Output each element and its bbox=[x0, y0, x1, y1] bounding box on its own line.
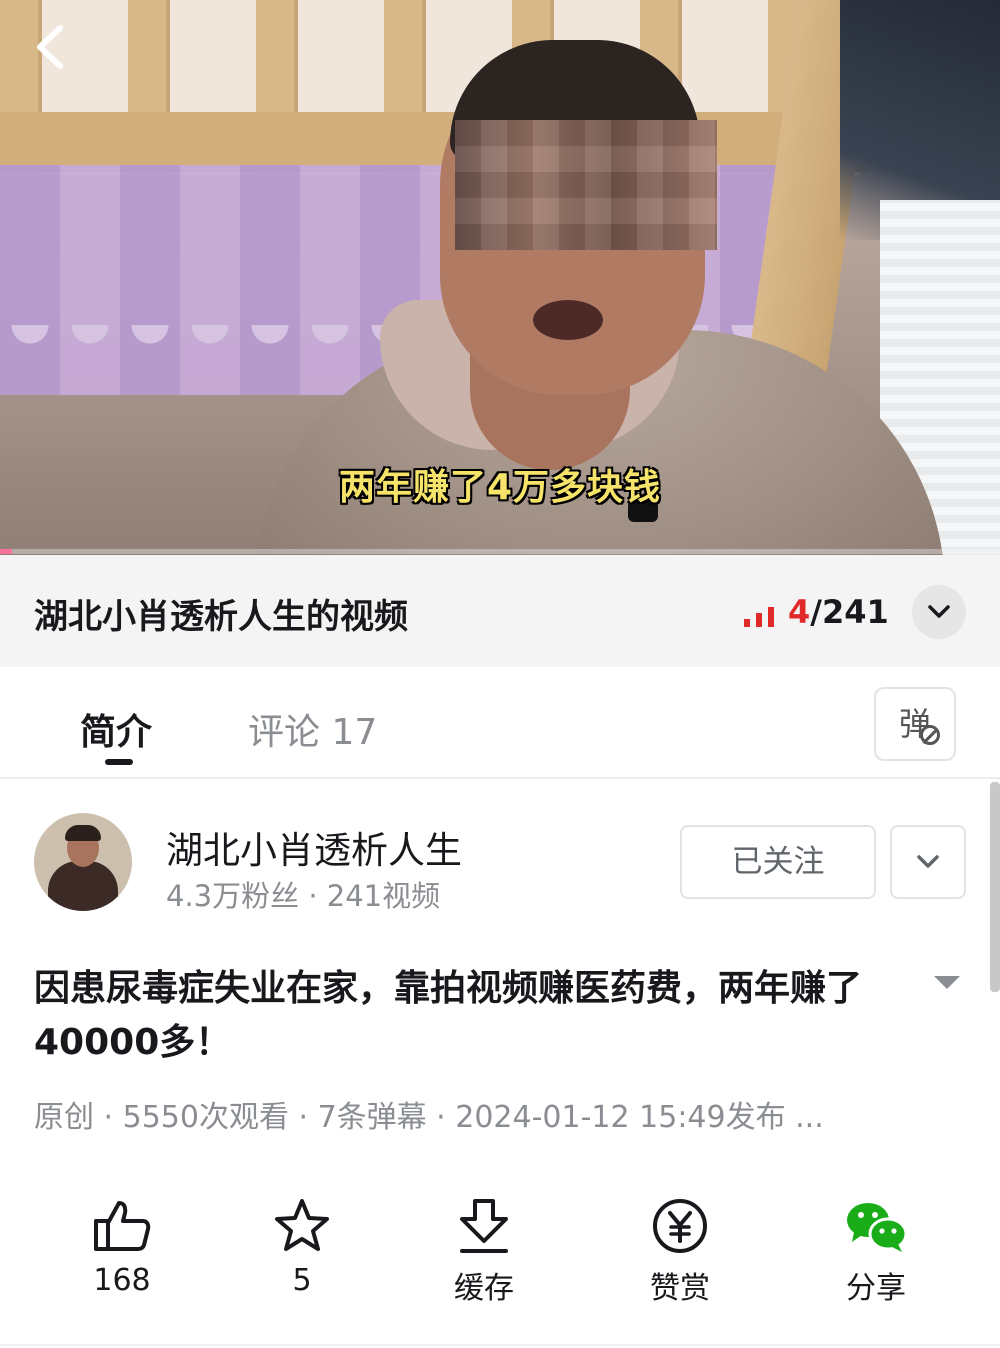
wechat-icon bbox=[847, 1203, 908, 1252]
chevron-down-icon bbox=[917, 855, 939, 868]
star-icon bbox=[275, 1199, 329, 1251]
avatar-hair bbox=[65, 825, 101, 841]
video-player[interactable]: 两年赚了4万多块钱 bbox=[0, 0, 1000, 555]
download-icon bbox=[460, 1199, 508, 1253]
scrollbar[interactable] bbox=[990, 782, 1000, 992]
action-bar: 168 5 缓存 赞赏 分享 bbox=[0, 1195, 1000, 1315]
collection-expand-button[interactable] bbox=[912, 585, 966, 639]
share-label: 分享 bbox=[846, 1271, 906, 1306]
tab-intro[interactable]: 简介 bbox=[80, 703, 152, 755]
video-progress-bar[interactable] bbox=[0, 549, 1000, 554]
collection-bar[interactable]: 湖北小肖透析人生的视频 4/241 bbox=[0, 555, 1000, 667]
back-chevron-icon[interactable] bbox=[30, 22, 70, 72]
collection-title: 湖北小肖透析人生的视频 bbox=[34, 597, 408, 637]
collection-total-episodes: /241 bbox=[810, 593, 889, 631]
video-frame-rail bbox=[0, 112, 870, 172]
avatar-body bbox=[48, 861, 118, 911]
danmaku-toggle-button[interactable]: 弹 bbox=[874, 687, 956, 761]
video-progress-fill bbox=[0, 549, 12, 554]
follow-button[interactable]: 已关注 bbox=[680, 825, 876, 899]
divider bbox=[0, 1344, 1000, 1346]
uploader-stats: 4.3万粉丝 · 241视频 bbox=[166, 879, 441, 913]
cache-label: 缓存 bbox=[454, 1271, 514, 1306]
collection-episode-count: 4/241 bbox=[788, 593, 889, 631]
uploader-more-button[interactable] bbox=[890, 825, 966, 899]
tab-comments[interactable]: 评论 17 bbox=[248, 703, 377, 755]
share-button[interactable]: 分享 bbox=[806, 1195, 946, 1307]
favorite-count: 5 bbox=[292, 1263, 312, 1298]
playing-equalizer-icon bbox=[744, 605, 774, 627]
chevron-down-icon bbox=[928, 605, 950, 618]
tab-active-indicator bbox=[105, 759, 133, 765]
video-meta: 原创 · 5550次观看 · 7条弹幕 · 2024-01-12 15:49发布… bbox=[34, 1100, 824, 1135]
yuan-coin-icon bbox=[653, 1199, 707, 1253]
tip-button[interactable]: 赞赏 bbox=[610, 1195, 750, 1307]
danmaku-off-icon bbox=[920, 725, 940, 745]
video-subtitle: 两年赚了4万多块钱 bbox=[338, 467, 662, 508]
expand-description-icon[interactable] bbox=[934, 976, 960, 989]
tip-label: 赞赏 bbox=[650, 1271, 710, 1306]
detail-tabs: 简介 评论 17 弹 bbox=[0, 667, 1000, 779]
thumbs-up-icon bbox=[94, 1201, 151, 1251]
video-title: 因患尿毒症失业在家，靠拍视频赚医药费，两年赚了40000多！ bbox=[34, 968, 863, 1063]
like-count: 168 bbox=[93, 1263, 151, 1298]
video-frame-mouth bbox=[533, 300, 603, 340]
favorite-button[interactable]: 5 bbox=[232, 1195, 372, 1298]
collection-current-episode: 4 bbox=[788, 593, 811, 631]
like-button[interactable]: 168 bbox=[52, 1195, 192, 1298]
uploader-name[interactable]: 湖北小肖透析人生 bbox=[166, 820, 462, 874]
face-mosaic bbox=[455, 120, 717, 250]
cache-button[interactable]: 缓存 bbox=[414, 1195, 554, 1307]
avatar[interactable] bbox=[34, 813, 132, 911]
